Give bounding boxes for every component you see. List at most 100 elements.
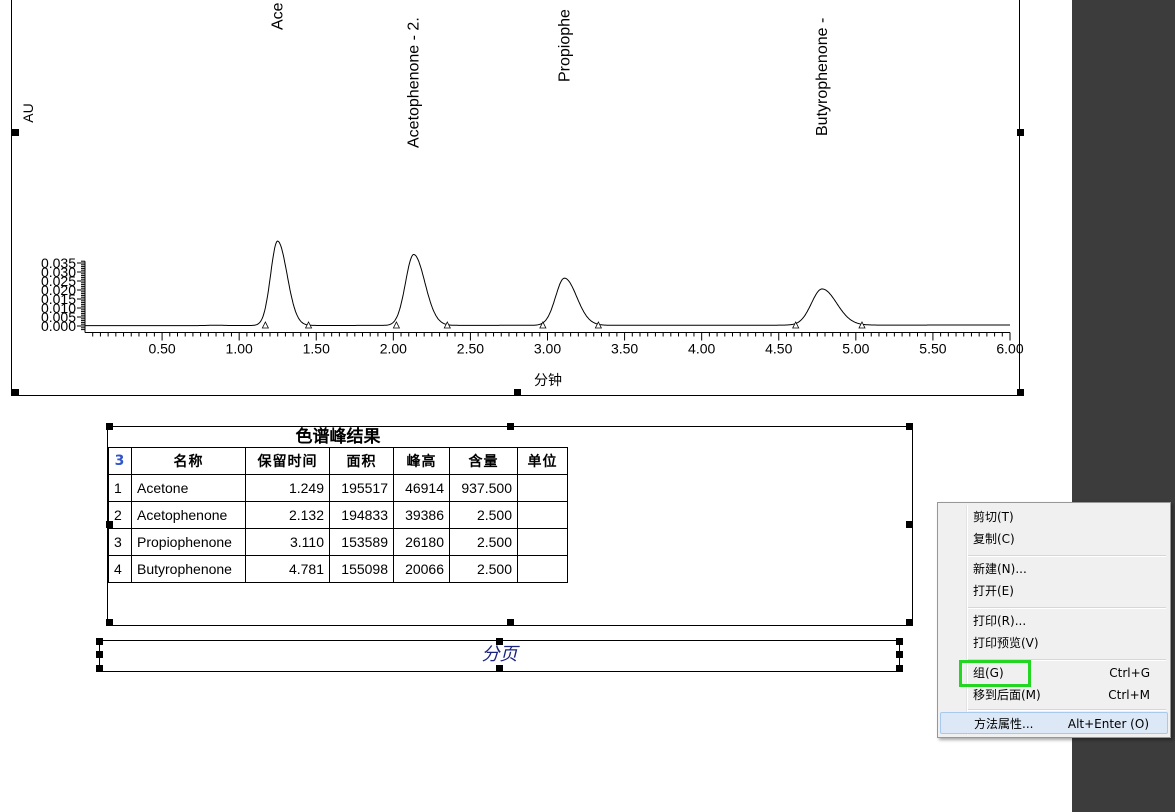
peak-label: Ace bbox=[270, 2, 287, 30]
cell-height: 20066 bbox=[393, 555, 450, 583]
x-tick-label: 6.00 bbox=[996, 341, 1023, 357]
page-break-handle[interactable] bbox=[96, 665, 103, 672]
peak-results-frame[interactable]: 色谱峰结果 3 名称 保留时间 面积 峰高 含量 单位 1 Acetone 1.… bbox=[107, 426, 913, 626]
peak-label: Butyrophenone - bbox=[814, 18, 831, 136]
chart-handle[interactable] bbox=[514, 389, 521, 396]
menu-separator bbox=[968, 555, 1166, 557]
cell-amount: 937.500 bbox=[449, 474, 518, 502]
table-row: 3 Propiophenone 3.110 153589 26180 2.500 bbox=[108, 528, 568, 556]
x-tick-label: 1.50 bbox=[303, 341, 330, 357]
menu-item-copy[interactable]: 复制(C) bbox=[940, 528, 1168, 550]
menu-item-label: 移到后面(M) bbox=[973, 688, 1041, 702]
menu-item-shortcut: Ctrl+M bbox=[1108, 688, 1150, 702]
results-handle[interactable] bbox=[507, 423, 514, 430]
cell-area: 194833 bbox=[329, 501, 394, 529]
menu-item-open[interactable]: 打开(E) bbox=[940, 580, 1168, 602]
peak-boundary-marker bbox=[539, 321, 547, 329]
menu-item-method-properties[interactable]: 方法属性... Alt+Enter (O) bbox=[940, 712, 1168, 734]
row-index: 3 bbox=[108, 528, 132, 556]
results-title: 色谱峰结果 bbox=[295, 427, 381, 447]
x-tick-label: 0.50 bbox=[148, 341, 175, 357]
page-break-handle[interactable] bbox=[96, 638, 103, 645]
cell-unit bbox=[517, 555, 568, 583]
menu-item-label: 打印预览(V) bbox=[973, 636, 1039, 650]
results-handle[interactable] bbox=[906, 619, 913, 626]
menu-item-print[interactable]: 打印(R)... bbox=[940, 610, 1168, 632]
results-handle[interactable] bbox=[106, 423, 113, 430]
cell-retention-time: 1.249 bbox=[245, 474, 330, 502]
cell-amount: 2.500 bbox=[449, 528, 518, 556]
menu-item-cut[interactable]: 剪切(T) bbox=[940, 506, 1168, 528]
table-row: 4 Butyrophenone 4.781 155098 20066 2.500 bbox=[108, 555, 568, 583]
row-index: 4 bbox=[108, 555, 132, 583]
page-break-handle[interactable] bbox=[496, 665, 503, 672]
menu-item-shortcut: Ctrl+G bbox=[1109, 666, 1150, 680]
cell-amount: 2.500 bbox=[449, 501, 518, 529]
header-unit: 单位 bbox=[517, 447, 568, 475]
group-item-highlight bbox=[959, 660, 1031, 687]
cell-name: Butyrophenone bbox=[131, 555, 246, 583]
y-axis-label: AU bbox=[20, 103, 36, 122]
chart-axes: 0.0000.0050.0100.0150.0200.0250.0300.035… bbox=[41, 255, 1024, 357]
header-area: 面积 bbox=[329, 447, 394, 475]
page-break-handle[interactable] bbox=[96, 651, 103, 658]
menu-item-label: 方法属性... bbox=[974, 717, 1034, 731]
x-axis-label: 分钟 bbox=[534, 372, 562, 389]
cell-retention-time: 4.781 bbox=[245, 555, 330, 583]
results-handle[interactable] bbox=[106, 619, 113, 626]
results-handle[interactable] bbox=[106, 521, 113, 528]
cell-unit bbox=[517, 501, 568, 529]
menu-item-label: 打开(E) bbox=[973, 584, 1014, 598]
menu-item-shortcut: Alt+Enter (O) bbox=[1067, 717, 1149, 731]
peak-results-table: 3 名称 保留时间 面积 峰高 含量 单位 1 Acetone 1.249 19… bbox=[108, 447, 568, 583]
menu-separator bbox=[968, 607, 1166, 609]
results-handle[interactable] bbox=[507, 619, 514, 626]
context-menu: 剪切(T) 复制(C) 新建(N)... 打开(E) 打印(R)... 打印预览… bbox=[937, 502, 1171, 738]
table-row: 2 Acetophenone 2.132 194833 39386 2.500 bbox=[108, 501, 568, 529]
chart-handle[interactable] bbox=[1017, 389, 1024, 396]
cell-unit bbox=[517, 528, 568, 556]
peak-boundary-marker bbox=[392, 321, 401, 329]
cell-height: 26180 bbox=[393, 528, 450, 556]
peak-label: Propiophe bbox=[556, 9, 573, 82]
peak-labels: Ace Acetophenone - 2. Propiophe Butyropheno… bbox=[270, 2, 832, 148]
x-tick-label: 5.50 bbox=[919, 341, 946, 357]
cell-area: 155098 bbox=[329, 555, 394, 583]
x-tick-label: 2.50 bbox=[457, 341, 484, 357]
chromatogram-chart: AU 分钟 0.0000.0050.0100.0150.0200.0250.03… bbox=[20, 2, 1024, 389]
header-amount: 含量 bbox=[449, 447, 518, 475]
page-break-handle[interactable] bbox=[896, 638, 903, 645]
menu-item-print-preview[interactable]: 打印预览(V) bbox=[940, 632, 1168, 654]
page-break-handle[interactable] bbox=[896, 651, 903, 658]
cell-unit bbox=[517, 474, 568, 502]
menu-item-send-back[interactable]: 移到后面(M) Ctrl+M bbox=[940, 684, 1168, 706]
x-tick-label: 4.00 bbox=[688, 341, 715, 357]
menu-item-label: 复制(C) bbox=[973, 532, 1015, 546]
cell-height: 39386 bbox=[393, 501, 450, 529]
chart-handle[interactable] bbox=[12, 129, 19, 136]
cell-height: 46914 bbox=[393, 474, 450, 502]
table-corner-mark: 3 bbox=[108, 447, 132, 475]
page-break-handle[interactable] bbox=[896, 665, 903, 672]
cell-retention-time: 3.110 bbox=[245, 528, 330, 556]
x-tick-label: 4.50 bbox=[765, 341, 792, 357]
menu-item-label: 剪切(T) bbox=[973, 510, 1014, 524]
chromatogram-trace bbox=[85, 240, 1010, 327]
header-height: 峰高 bbox=[393, 447, 450, 475]
row-index: 1 bbox=[108, 474, 132, 502]
x-tick-label: 1.00 bbox=[226, 341, 253, 357]
peak-boundary-marker bbox=[261, 321, 270, 329]
chart-handle[interactable] bbox=[1017, 129, 1024, 136]
results-handle[interactable] bbox=[906, 521, 913, 528]
header-retention-time: 保留时间 bbox=[245, 447, 330, 475]
cell-name: Acetone bbox=[131, 474, 246, 502]
cell-area: 195517 bbox=[329, 474, 394, 502]
cell-area: 153589 bbox=[329, 528, 394, 556]
page-break-handle[interactable] bbox=[496, 638, 503, 645]
peak-label: Acetophenone - 2. bbox=[406, 17, 423, 148]
results-handle[interactable] bbox=[906, 423, 913, 430]
y-tick-label: 0.035 bbox=[41, 255, 76, 271]
menu-item-new[interactable]: 新建(N)... bbox=[940, 558, 1168, 580]
chart-handle[interactable] bbox=[12, 389, 19, 396]
cell-amount: 2.500 bbox=[449, 555, 518, 583]
